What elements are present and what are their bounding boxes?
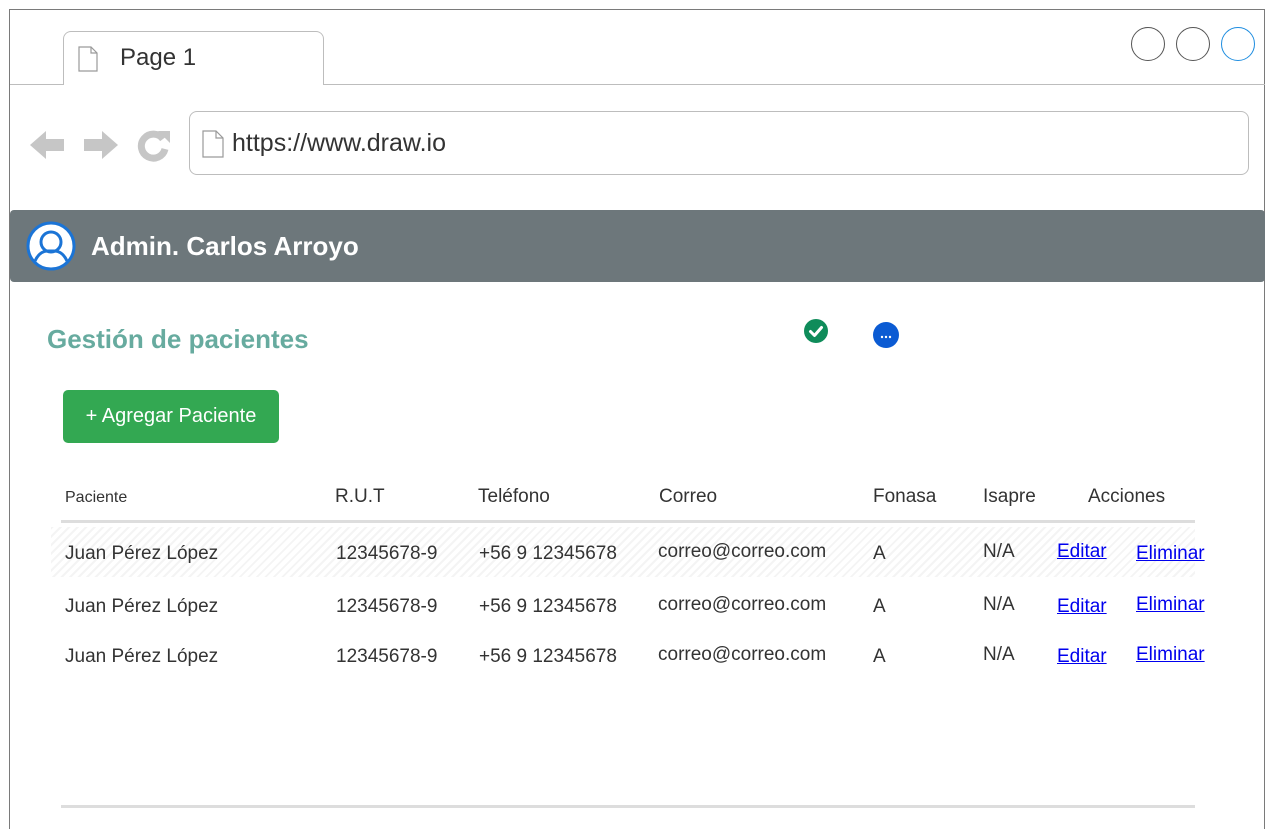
cell-telefono: +56 9 12345678 <box>479 646 617 667</box>
check-circle-icon <box>804 319 828 343</box>
row-highlight <box>51 527 1195 577</box>
maximize-button[interactable] <box>1176 27 1210 61</box>
edit-link[interactable]: Editar <box>1057 541 1107 563</box>
tab-title: Page 1 <box>120 44 197 71</box>
column-header-correo: Correo <box>659 486 718 507</box>
cell-isapre: N/A <box>983 541 1015 562</box>
page-icon <box>202 130 224 158</box>
back-arrow-icon[interactable] <box>29 129 65 161</box>
cell-rut: 12345678-9 <box>336 646 438 667</box>
cell-fonasa: A <box>873 646 886 667</box>
refresh-icon[interactable] <box>135 127 171 163</box>
cell-isapre: N/A <box>983 644 1015 665</box>
user-avatar-icon[interactable] <box>26 221 76 271</box>
cell-isapre: N/A <box>983 594 1015 615</box>
page-title: Gestión de pacientes <box>47 324 309 354</box>
cell-fonasa: A <box>873 596 886 617</box>
delete-link[interactable]: Eliminar <box>1136 543 1205 565</box>
minimize-button[interactable] <box>1131 27 1165 61</box>
cell-rut: 12345678-9 <box>336 543 438 564</box>
table-bottom-divider <box>61 805 1195 808</box>
cell-correo: correo@correo.com <box>658 594 827 615</box>
app-header: Admin. Carlos Arroyo <box>10 210 1265 282</box>
column-header-rut: R.U.T <box>335 486 385 507</box>
column-header-acciones: Acciones <box>1088 486 1166 507</box>
add-patient-button[interactable]: + Agregar Paciente <box>63 390 279 443</box>
close-button[interactable] <box>1221 27 1255 61</box>
cell-telefono: +56 9 12345678 <box>479 543 617 564</box>
column-header-fonasa: Fonasa <box>873 486 937 507</box>
column-header-telefono: Teléfono <box>478 486 550 507</box>
document-icon <box>78 46 98 72</box>
column-header-paciente: Paciente <box>65 489 128 506</box>
delete-link[interactable]: Eliminar <box>1136 594 1205 616</box>
cell-correo: correo@correo.com <box>658 541 827 562</box>
table-header-divider <box>61 520 1195 523</box>
delete-link[interactable]: Eliminar <box>1136 644 1205 666</box>
cell-paciente: Juan Pérez López <box>65 596 219 617</box>
address-bar[interactable]: https://www.draw.io <box>189 111 1249 175</box>
cell-rut: 12345678-9 <box>336 596 438 617</box>
cell-fonasa: A <box>873 543 886 564</box>
edit-link[interactable]: Editar <box>1057 646 1107 668</box>
cell-telefono: +56 9 12345678 <box>479 596 617 617</box>
cell-paciente: Juan Pérez López <box>65 646 219 667</box>
url-text: https://www.draw.io <box>232 129 446 157</box>
user-name: Admin. Carlos Arroyo <box>91 231 359 261</box>
cell-paciente: Juan Pérez López <box>65 543 219 564</box>
more-circle-icon <box>873 322 899 348</box>
edit-link[interactable]: Editar <box>1057 596 1107 618</box>
browser-tab[interactable]: Page 1 <box>63 31 324 85</box>
cell-correo: correo@correo.com <box>658 644 827 665</box>
column-header-isapre: Isapre <box>983 486 1036 507</box>
forward-arrow-icon[interactable] <box>83 129 119 161</box>
